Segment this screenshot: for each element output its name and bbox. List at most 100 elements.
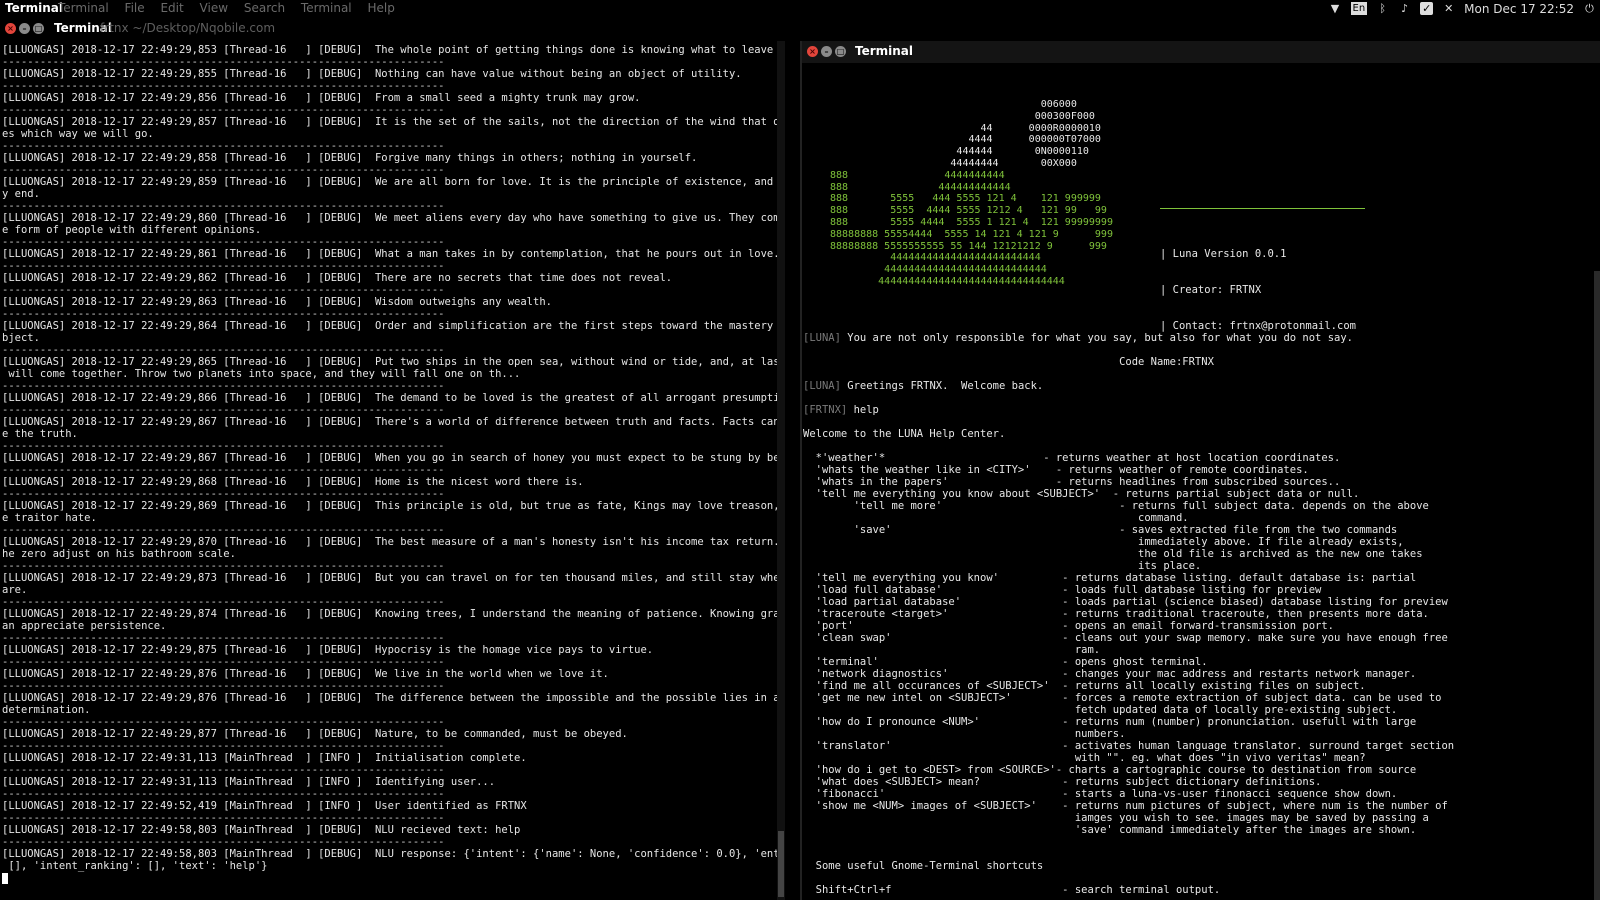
wifi-icon[interactable]: ▼ xyxy=(1329,2,1342,15)
console-text: 'port' - opens an email forward-transmis… xyxy=(803,620,1335,632)
console-line: 'terminal' - opens ghost terminal. xyxy=(803,656,1573,668)
console-line: 'whats the weather like in <CITY>' - ret… xyxy=(803,464,1573,476)
maximize-icon[interactable]: □ xyxy=(33,23,44,34)
banner-line: 444444444444444444444444444 xyxy=(830,264,1047,276)
banner-line: 444444 0N0000110 xyxy=(830,146,1089,158)
console-line: 'save' - saves extracted file from the t… xyxy=(803,524,1573,536)
banner-line: 4444444444444444444444444 xyxy=(830,252,1041,264)
log-separator: ----------------------------------------… xyxy=(2,656,445,668)
console-line: its place. xyxy=(803,560,1573,572)
console-line: 'fibonacci' - starts a luna-vs-user fino… xyxy=(803,788,1573,800)
console-line: [LUNA] Greetings FRTNX. Welcome back. xyxy=(803,380,1573,392)
menu-help[interactable]: Help xyxy=(367,1,394,15)
log-line: [LLUONGAS] 2018-12-17 22:49:29,862 [Thre… xyxy=(2,272,673,284)
console-text: Code Name:FRTNX xyxy=(803,356,1214,368)
luna-ascii-banner: 006000 000300F000 44 0000R0000010 4444 0… xyxy=(830,99,1113,288)
log-output[interactable]: [LLUONGAS] 2018-12-17 22:49:29,853 [Thre… xyxy=(2,44,782,894)
console-line: command. xyxy=(803,512,1573,524)
scrollbar[interactable] xyxy=(1594,271,1600,900)
console-text: iamges you wish to see. images may be sa… xyxy=(803,812,1429,824)
console-text: 'tell me everything you know about <SUBJ… xyxy=(803,488,1360,500)
right-terminal-titlebar[interactable]: × – □ Terminal xyxy=(802,41,1600,63)
log-line: [LLUONGAS] 2018-12-17 22:49:29,875 [Thre… xyxy=(2,644,654,656)
checkbox-icon[interactable]: ✓ xyxy=(1420,2,1434,15)
log-separator: ----------------------------------------… xyxy=(2,140,445,152)
console-line: fetch updated data of locally pre-existi… xyxy=(803,704,1573,716)
menu-file[interactable]: File xyxy=(125,1,145,15)
console-text: 'save' - saves extracted file from the t… xyxy=(803,524,1398,536)
log-separator: ----------------------------------------… xyxy=(2,788,445,800)
console-text: 'load partial database' - loads partial … xyxy=(803,596,1448,608)
menu-terminal[interactable]: Terminal xyxy=(58,1,109,15)
maximize-icon[interactable]: □ xyxy=(835,46,846,57)
console-line: *'weather'* - returns weather at host lo… xyxy=(803,452,1573,464)
log-line: [LLUONGAS] 2018-12-17 22:49:29,867 [Thre… xyxy=(2,416,782,428)
close-icon[interactable]: × xyxy=(5,23,16,34)
console-line: 'load partial database' - loads partial … xyxy=(803,596,1573,608)
active-app-name[interactable]: Terminal xyxy=(5,1,63,15)
console-text: 'whats in the papers' - returns headline… xyxy=(803,476,1341,488)
bluetooth-icon[interactable]: ᛒ xyxy=(1376,2,1389,15)
scrollbar-thumb[interactable] xyxy=(778,831,784,897)
left-terminal-titlebar[interactable]: × – □ Terminal frtnx ~/Desktop/Nqobile.c… xyxy=(0,17,785,41)
log-line: [LLUONGAS] 2018-12-17 22:49:29,860 [Thre… xyxy=(2,212,782,224)
console-text: the old file is archived as the new one … xyxy=(803,548,1423,560)
log-separator: ----------------------------------------… xyxy=(2,764,445,776)
log-line: are. xyxy=(2,584,28,596)
banner-line: 888 4444444444 xyxy=(830,169,1005,181)
indicator-area: ▼ En ᛒ ♪ ✓ ✕ Mon Dec 17 22:52 ⏻ xyxy=(1329,0,1596,17)
prompt-line[interactable] xyxy=(2,872,782,884)
clock[interactable]: Mon Dec 17 22:52 xyxy=(1464,2,1574,16)
banner-line: 000300F000 xyxy=(830,110,1095,122)
console-line: Code Name:FRTNX xyxy=(803,356,1573,368)
console-line: the old file is archived as the new one … xyxy=(803,548,1573,560)
log-line: [LLUONGAS] 2018-12-17 22:49:29,853 [Thre… xyxy=(2,44,782,56)
log-line: y end. xyxy=(2,188,40,200)
minimize-icon[interactable]: – xyxy=(821,46,832,57)
menu-view[interactable]: View xyxy=(200,1,228,15)
info-creator: | Creator: FRTNX xyxy=(1160,284,1262,296)
banner-line: 888 5555 4444 5555 1 121 4 121 99999999 xyxy=(830,216,1113,228)
console-text: 'how do i get to <DEST> from <SOURCE>'- … xyxy=(803,764,1417,776)
menu-search[interactable]: Search xyxy=(244,1,285,15)
console-text: Shift+Ctrl+f - search terminal output. xyxy=(803,884,1221,896)
log-line: [LLUONGAS] 2018-12-17 22:49:52,419 [Main… xyxy=(2,800,527,812)
log-separator: ----------------------------------------… xyxy=(2,524,445,536)
bell-icon[interactable]: ♪ xyxy=(1398,2,1411,15)
speaker-tag: [FRTNX] xyxy=(803,404,848,416)
log-line: [LLUONGAS] 2018-12-17 22:49:29,876 [Thre… xyxy=(2,692,782,704)
power-gear-icon[interactable]: ⏻ xyxy=(1583,2,1596,15)
luna-console-output[interactable]: [LUNA] You are not only responsible for … xyxy=(803,332,1573,896)
console-line: 'tell me everything you know' - returns … xyxy=(803,572,1573,584)
log-separator: ----------------------------------------… xyxy=(2,812,445,824)
log-line: [LLUONGAS] 2018-12-17 22:49:29,861 [Thre… xyxy=(2,248,780,260)
log-line: [LLUONGAS] 2018-12-17 22:49:31,113 [Main… xyxy=(2,776,496,788)
text-cursor xyxy=(2,872,8,884)
info-contact: | Contact: frtnx@protonmail.com xyxy=(1160,320,1356,332)
info-version: | Luna Version 0.0.1 xyxy=(1160,248,1287,260)
banner-line: 88888888 5555555555 55 144 12121212 9 99… xyxy=(830,240,1107,252)
log-separator: ----------------------------------------… xyxy=(2,716,445,728)
log-separator: ----------------------------------------… xyxy=(2,488,445,500)
console-line: Welcome to the LUNA Help Center. xyxy=(803,428,1573,440)
volume-muted-icon[interactable]: ✕ xyxy=(1442,2,1455,15)
keyboard-layout-indicator[interactable]: En xyxy=(1350,2,1368,15)
close-icon[interactable]: × xyxy=(807,46,818,57)
menu-terminal-2[interactable]: Terminal xyxy=(301,1,352,15)
console-line: 'load full database' - loads full databa… xyxy=(803,584,1573,596)
console-line: 'how do i get to <DEST> from <SOURCE>'- … xyxy=(803,764,1573,776)
console-line: 'get me new intel on <SUBJECT>' - forces… xyxy=(803,692,1573,704)
console-text: immediately above. If file already exist… xyxy=(803,536,1404,548)
menu-edit[interactable]: Edit xyxy=(160,1,183,15)
window-title: Terminal xyxy=(855,44,914,58)
log-line: [], 'intent_ranking': [], 'text': 'help'… xyxy=(2,860,268,872)
log-line: [LLUONGAS] 2018-12-17 22:49:29,870 [Thre… xyxy=(2,536,782,548)
scrollbar[interactable] xyxy=(777,41,785,900)
console-text: numbers. xyxy=(803,728,1126,740)
log-line: [LLUONGAS] 2018-12-17 22:49:29,867 [Thre… xyxy=(2,452,782,464)
info-rule xyxy=(1160,208,1365,209)
minimize-icon[interactable]: – xyxy=(19,23,30,34)
log-separator: ----------------------------------------… xyxy=(2,740,445,752)
